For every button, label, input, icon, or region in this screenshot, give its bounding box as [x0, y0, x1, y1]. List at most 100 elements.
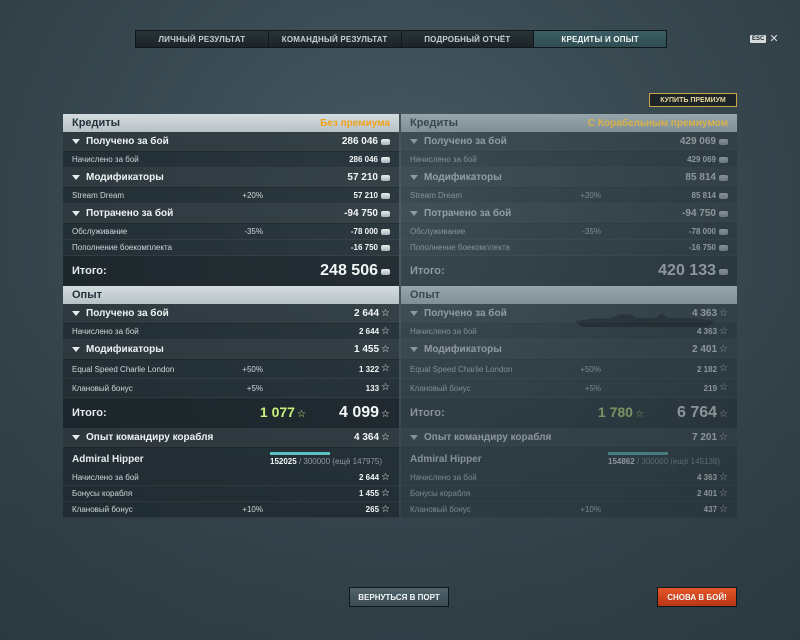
- xp-accrued-row: Начислено за бой 2 644 ☆: [63, 324, 399, 340]
- caret-down-icon: [410, 211, 418, 216]
- ammo-row: Пополнение боекомплекта -16 750: [63, 240, 399, 256]
- modifier-row: Equal Speed Charlie London +50% 1 322 ☆: [63, 360, 399, 379]
- clan-bonus-row: Клановый бонус +5% 219 ☆: [401, 379, 737, 398]
- close-icon: ✕: [769, 33, 779, 45]
- xp-total-row: Итого: 1 780 ☆ 6 764 ☆: [401, 398, 737, 428]
- service-row: Обслуживание -35% -78 000: [401, 224, 737, 240]
- credits-icon: [381, 228, 390, 235]
- modifier-row: Equal Speed Charlie London +50% 2 182 ☆: [401, 360, 737, 379]
- free-xp-value: 1 077: [259, 404, 295, 420]
- credits-title: Кредиты: [72, 117, 121, 129]
- tab-team-result[interactable]: КОМАНДНЫЙ РЕЗУЛЬТАТ: [267, 30, 401, 48]
- credits-earned-row[interactable]: Получено за бой 429 069: [401, 132, 737, 152]
- star-icon: ☆: [381, 343, 390, 355]
- panel-no-premium: Кредиты Без премиума Получено за бой 286…: [63, 114, 399, 518]
- commander-progress-bar: [270, 452, 330, 455]
- results-tabs: ЛИЧНЫЙ РЕЗУЛЬТАТ КОМАНДНЫЙ РЕЗУЛЬТАТ ПОД…: [135, 30, 667, 48]
- caret-down-icon: [72, 311, 80, 316]
- commander-name: Admiral Hipper: [410, 453, 482, 465]
- xp-header: Опыт: [63, 286, 399, 304]
- xp-header: Опыт: [401, 286, 737, 304]
- credits-total-row: Итого: 420 133: [401, 256, 737, 286]
- xp-title: Опыт: [72, 289, 102, 301]
- star-icon: ☆: [381, 382, 390, 393]
- free-xp-star-icon: ☆: [634, 409, 644, 420]
- credits-icon: [381, 269, 390, 276]
- close-button[interactable]: ESC ✕: [750, 33, 779, 45]
- commander-progress: 154862 / 300000 (ещё 145138): [608, 452, 728, 466]
- cmdr-clan-row: Клановый бонус +10% 265 ☆: [63, 502, 399, 518]
- free-xp-value: 1 780: [597, 404, 633, 420]
- caret-down-icon: [72, 435, 80, 440]
- free-xp-star-icon: ☆: [296, 409, 306, 420]
- caret-down-icon: [410, 175, 418, 180]
- credits-modifiers-row[interactable]: Модификаторы 57 210: [63, 168, 399, 188]
- commander-progress: 152025 / 300000 (ещё 147975): [270, 452, 390, 466]
- xp-earned-row[interactable]: Получено за бой 4 363 ☆: [401, 304, 737, 324]
- xp-earned-row[interactable]: Получено за бой 2 644 ☆: [63, 304, 399, 324]
- tab-personal-result[interactable]: ЛИЧНЫЙ РЕЗУЛЬТАТ: [135, 30, 268, 48]
- caret-down-icon: [72, 347, 80, 352]
- star-icon: ☆: [381, 487, 390, 499]
- cmdr-ship-bonus-row: Бонусы корабля 2 401 ☆: [401, 486, 737, 502]
- xp-modifiers-row[interactable]: Модификаторы 2 401 ☆: [401, 340, 737, 360]
- credits-icon: [381, 192, 390, 199]
- credits-icon: [719, 174, 728, 181]
- caret-down-icon: [72, 175, 80, 180]
- star-icon: ☆: [381, 471, 390, 483]
- credits-icon: [719, 192, 728, 199]
- credits-icon: [719, 269, 728, 276]
- caret-down-icon: [72, 139, 80, 144]
- commander-xp-row[interactable]: Опыт командиру корабля 4 364 ☆: [63, 428, 399, 448]
- credits-total-row: Итого: 248 506: [63, 256, 399, 286]
- star-icon: ☆: [719, 487, 728, 499]
- credits-earned-row[interactable]: Получено за бой 286 046: [63, 132, 399, 152]
- service-row: Обслуживание -35% -78 000: [63, 224, 399, 240]
- star-icon: ☆: [719, 503, 728, 515]
- xp-title: Опыт: [410, 289, 440, 301]
- credits-icon: [381, 138, 390, 145]
- panel-with-premium: Кредиты С Корабельным премиумом Получено…: [401, 114, 737, 518]
- premium-mode-label: С Корабельным премиумом: [587, 117, 728, 129]
- credits-accrued-row: Начислено за бой 429 069: [401, 152, 737, 168]
- commander-progress-bar: [608, 452, 668, 455]
- premium-mode-label: Без премиума: [320, 117, 390, 129]
- esc-key-icon: ESC: [750, 35, 767, 43]
- credits-icon: [719, 156, 728, 163]
- star-icon: ☆: [719, 325, 728, 337]
- back-to-port-button[interactable]: ВЕРНУТЬСЯ В ПОРТ: [349, 587, 449, 607]
- star-icon: ☆: [719, 431, 728, 443]
- tab-detailed-report[interactable]: ПОДРОБНЫЙ ОТЧЁТ: [400, 30, 534, 48]
- star-icon: ☆: [719, 471, 728, 483]
- modifier-row: Stream Dream +20% 85 814: [401, 188, 737, 204]
- cmdr-clan-row: Клановый бонус +10% 437 ☆: [401, 502, 737, 518]
- xp-modifiers-row[interactable]: Модификаторы 1 455 ☆: [63, 340, 399, 360]
- credits-spent-row[interactable]: Потрачено за бой -94 750: [401, 204, 737, 224]
- cmdr-accrued-row: Начислено за бой 2 644 ☆: [63, 470, 399, 486]
- commander-xp-row[interactable]: Опыт командиру корабля 7 201 ☆: [401, 428, 737, 448]
- caret-down-icon: [410, 139, 418, 144]
- credits-icon: [719, 244, 728, 251]
- cmdr-ship-bonus-row: Бонусы корабля 1 455 ☆: [63, 486, 399, 502]
- star-icon: ☆: [719, 363, 728, 374]
- star-icon: ☆: [719, 382, 728, 393]
- battle-again-button[interactable]: СНОВА В БОЙ!: [657, 587, 737, 607]
- credits-icon: [719, 138, 728, 145]
- credits-icon: [381, 156, 390, 163]
- modifier-row: Stream Dream +20% 57 210: [63, 188, 399, 204]
- credits-header: Кредиты Без премиума: [63, 114, 399, 132]
- xp-accrued-row: Начислено за бой 4 363 ☆: [401, 324, 737, 340]
- ammo-row: Пополнение боекомплекта -16 750: [401, 240, 737, 256]
- star-icon: ☆: [381, 431, 390, 443]
- star-icon: ☆: [381, 325, 390, 337]
- credits-icon: [719, 228, 728, 235]
- credits-spent-row[interactable]: Потрачено за бой -94 750: [63, 204, 399, 224]
- credits-icon: [719, 210, 728, 217]
- buy-premium-button[interactable]: КУПИТЬ ПРЕМИУМ: [649, 93, 737, 107]
- star-icon: ☆: [381, 409, 390, 420]
- credits-icon: [381, 244, 390, 251]
- star-icon: ☆: [719, 307, 728, 319]
- star-icon: ☆: [381, 307, 390, 319]
- tab-credits-and-xp[interactable]: КРЕДИТЫ И ОПЫТ: [533, 30, 667, 48]
- credits-modifiers-row[interactable]: Модификаторы 85 814: [401, 168, 737, 188]
